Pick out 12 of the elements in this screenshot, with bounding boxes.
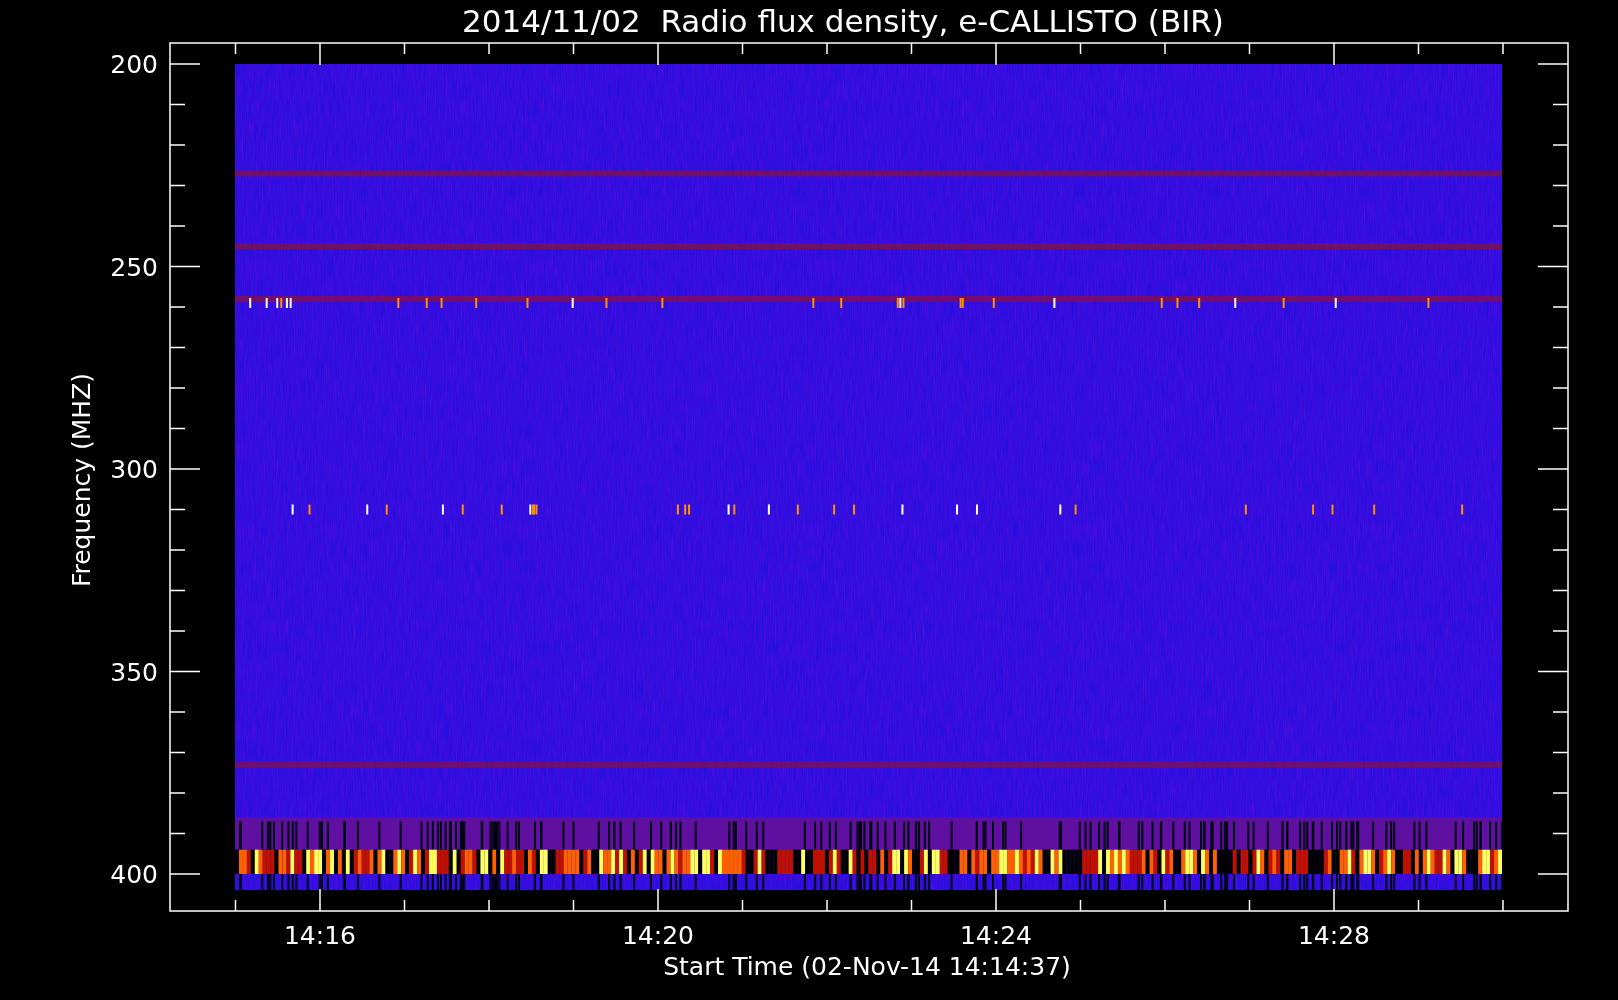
y-tick-label: 300	[110, 455, 158, 484]
y-tick-label: 350	[110, 657, 158, 687]
x-tick-label: 14:20	[622, 921, 694, 950]
x-tick-label: 14:16	[284, 921, 356, 950]
y-tick-label: 250	[110, 252, 158, 282]
y-axis-label: Frequency (MHZ)	[67, 372, 96, 588]
x-tick-label: 14:24	[960, 921, 1032, 950]
chart-title: 2014/11/02 Radio flux density, e-CALLISTO (BIR)	[462, 3, 1224, 39]
x-tick-label: 14:28	[1298, 921, 1370, 950]
x-axis-label: Start Time (02-Nov-14 14:14:37)	[663, 952, 1071, 981]
y-tick-label: 200	[110, 50, 158, 79]
y-tick-label: 400	[110, 860, 158, 889]
